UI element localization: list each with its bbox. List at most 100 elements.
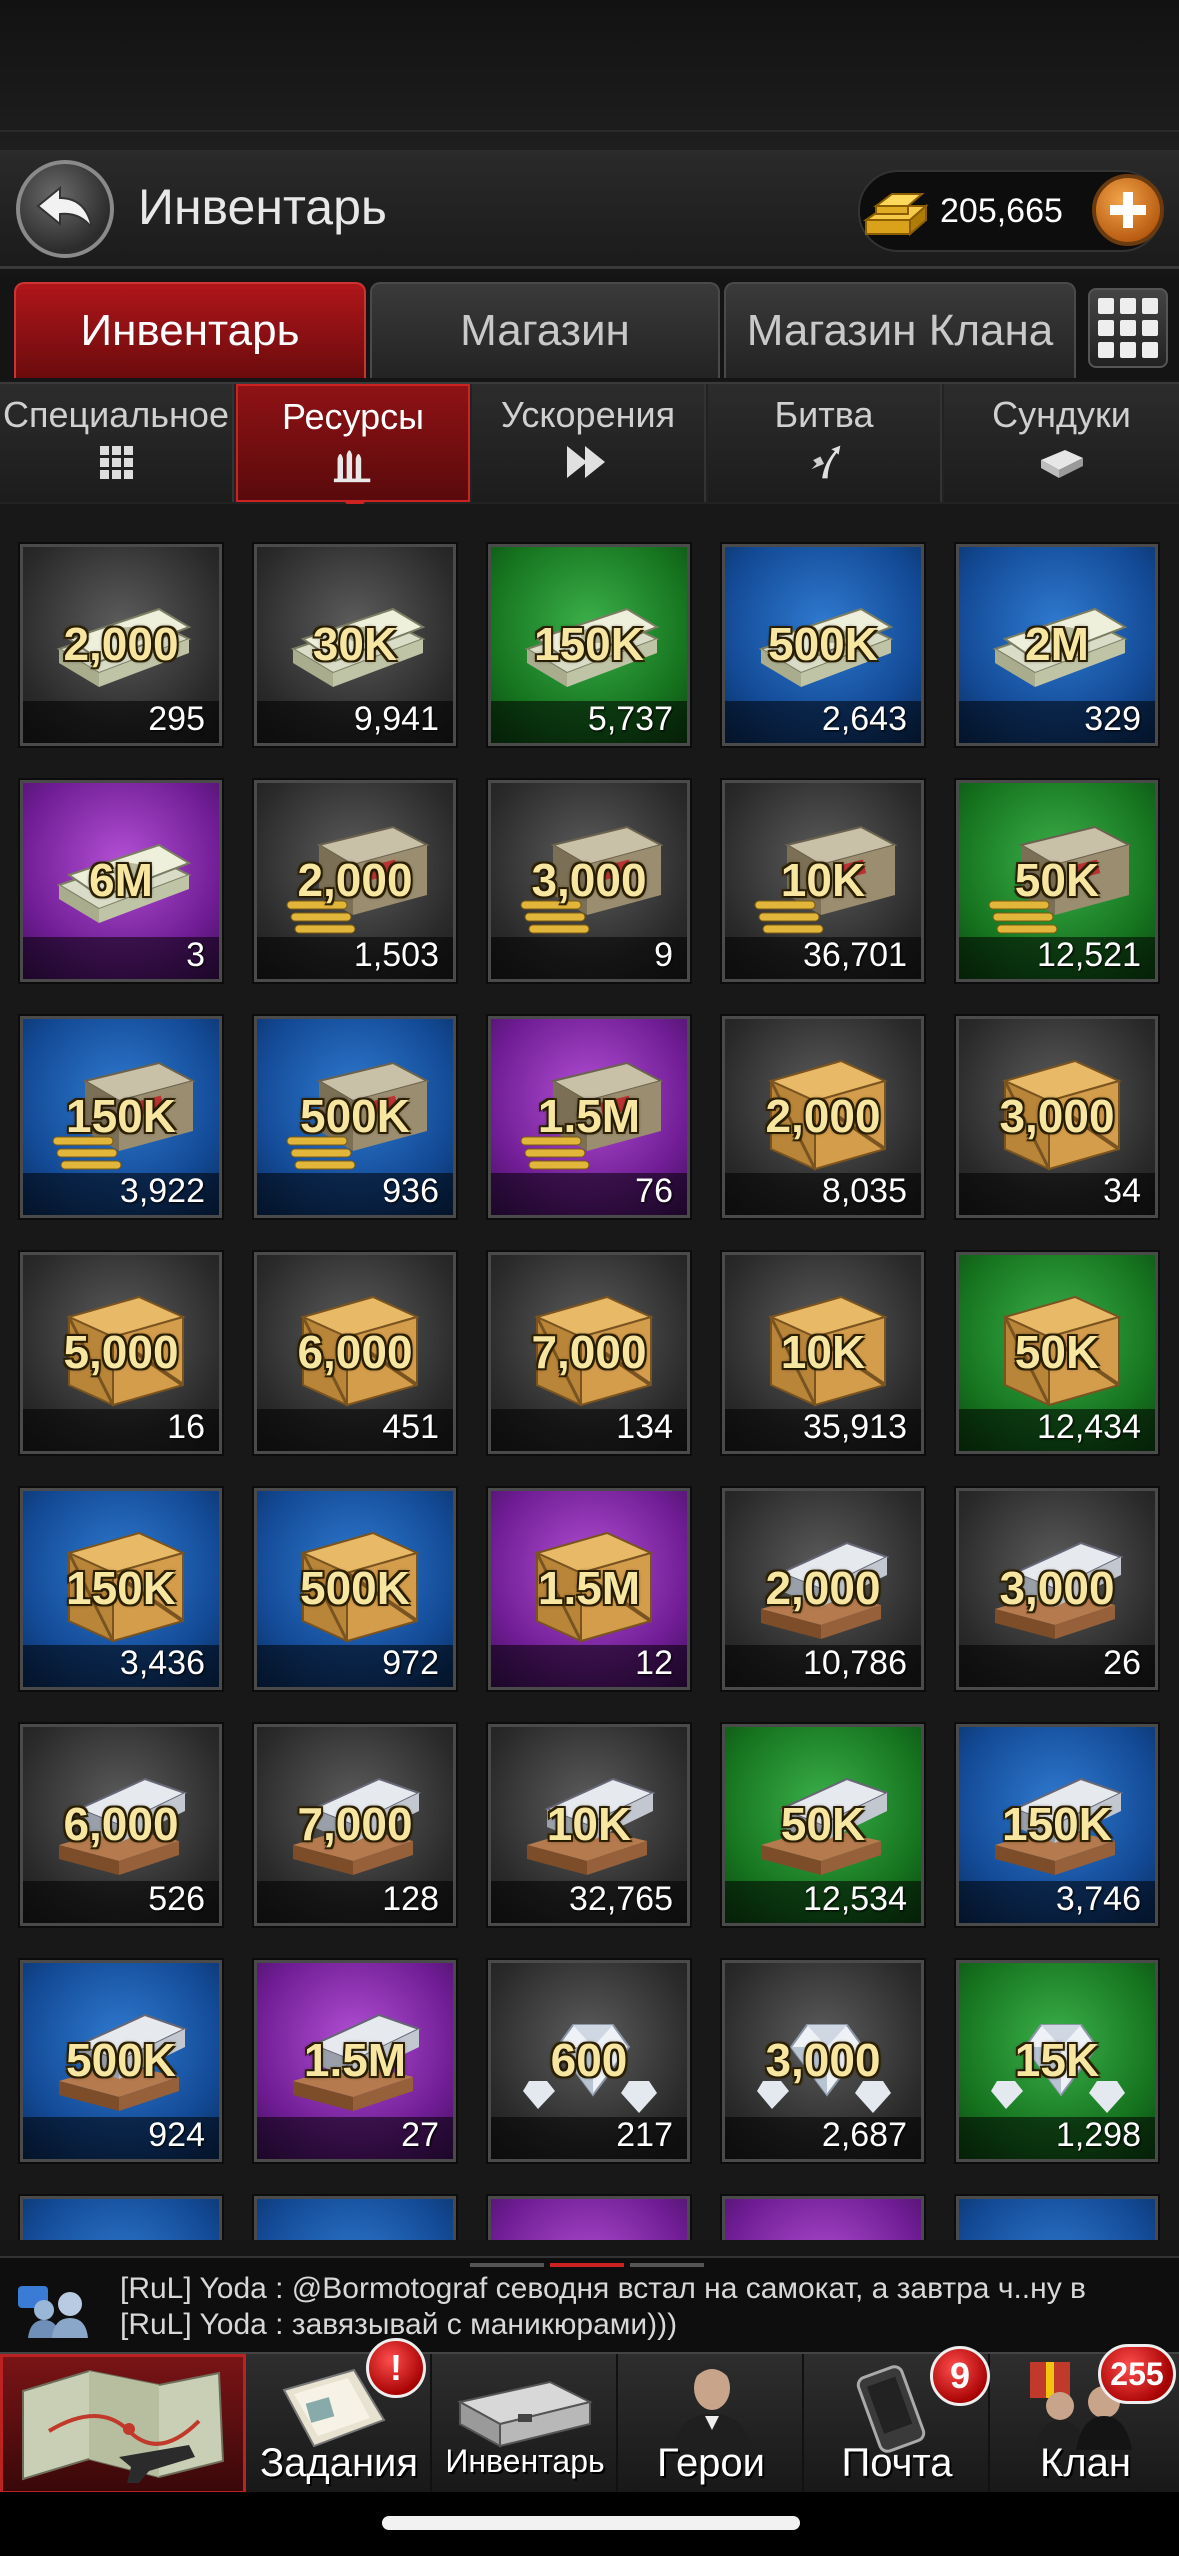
item-amount: 30K <box>312 618 398 670</box>
inventory-item[interactable]: 10K 32,765 <box>486 1722 692 1928</box>
inventory-item[interactable]: 3,000 26 <box>954 1486 1160 1692</box>
chat-bar[interactable]: [RuL] Yoda : @Bormotograf севодня встал … <box>0 2256 1179 2354</box>
page-title: Инвентарь <box>138 179 387 235</box>
gold-balance: 205,665 <box>858 170 1164 252</box>
tab-inventory[interactable]: Инвентарь <box>14 282 366 378</box>
inventory-item[interactable]: 10K 36,701 <box>720 778 926 984</box>
tab-clan-shop[interactable]: Магазин Клана <box>724 282 1076 378</box>
item-count: 1,503 <box>353 936 439 974</box>
nav-inventory[interactable]: Инвентарь <box>434 2354 618 2494</box>
inventory-item-partial[interactable] <box>954 2194 1160 2240</box>
inventory-item[interactable]: 50K 12,521 <box>954 778 1160 984</box>
inventory-item-partial[interactable] <box>720 2194 926 2240</box>
nav-clan[interactable]: 255 Клан <box>992 2344 1179 2494</box>
item-amount: 2,000 <box>63 618 179 670</box>
add-gold-button[interactable] <box>1092 174 1164 246</box>
item-count: 295 <box>148 700 205 738</box>
back-arrow-icon <box>36 185 93 229</box>
item-amount: 10K <box>546 1798 632 1850</box>
grid-menu-button[interactable] <box>1088 288 1168 368</box>
inventory-item-partial[interactable] <box>252 2194 458 2240</box>
inventory-item[interactable]: 1.5M 12 <box>486 1486 692 1692</box>
subtab-special[interactable]: Специальное <box>0 384 234 502</box>
grid-icon <box>100 446 133 479</box>
inventory-grid: 2,000 295 30K 9,941 150K 5,737 500K 2,643 2M 329 6… <box>0 504 1179 2240</box>
inventory-item[interactable]: 6,000 451 <box>252 1250 458 1456</box>
nav-map[interactable] <box>0 2354 246 2494</box>
nav-tasks[interactable]: ! Задания <box>248 2338 432 2494</box>
battle-icon <box>811 445 841 479</box>
inventory-item[interactable]: 3,000 2,687 <box>720 1958 926 2164</box>
inventory-item[interactable]: 150K 3,436 <box>18 1486 224 1692</box>
main-tabs: Инвентарь Магазин Магазин Клана <box>0 276 1179 380</box>
inventory-item[interactable]: 2,000 295 <box>18 542 224 748</box>
tab-label: Инвентарь <box>80 306 300 355</box>
home-indicator <box>382 2516 800 2530</box>
item-amount: 1.5M <box>537 1562 641 1614</box>
nav-label: Клан <box>1040 2441 1131 2485</box>
inventory-item[interactable]: 150K 5,737 <box>486 542 692 748</box>
item-count: 3,746 <box>1055 1880 1141 1918</box>
item-amount: 50K <box>1014 854 1100 906</box>
item-count: 134 <box>616 1408 673 1446</box>
inventory-item[interactable]: 1.5M 76 <box>486 1014 692 1220</box>
inventory-item[interactable]: 3,000 9 <box>486 778 692 984</box>
nav-label: Инвентарь <box>445 2443 605 2479</box>
item-count: 972 <box>382 1644 439 1682</box>
tab-shop[interactable]: Магазин <box>370 282 720 378</box>
item-count: 10,786 <box>803 1644 907 1682</box>
inventory-item[interactable]: 500K 924 <box>18 1958 224 2164</box>
subtab-boosts[interactable]: Ускорения <box>472 384 706 502</box>
clan-count-badge: 255 <box>1098 2344 1176 2404</box>
inventory-item[interactable]: 2M 329 <box>954 542 1160 748</box>
inventory-item[interactable]: 7,000 128 <box>252 1722 458 1928</box>
header: Инвентарь 205,665 <box>0 152 1179 269</box>
item-amount: 500K <box>768 618 878 670</box>
nav-heroes[interactable]: Герои <box>620 2354 804 2494</box>
inventory-item[interactable]: 2,000 10,786 <box>720 1486 926 1692</box>
inventory-item-partial[interactable] <box>18 2194 224 2240</box>
subtab-battle[interactable]: Битва <box>708 384 942 502</box>
inventory-item[interactable]: 3,000 34 <box>954 1014 1160 1220</box>
inventory-item-partial[interactable] <box>486 2194 692 2240</box>
inventory-item[interactable]: 7,000 134 <box>486 1250 692 1456</box>
item-amount: 2,000 <box>765 1562 881 1614</box>
inventory-item[interactable]: 150K 3,922 <box>18 1014 224 1220</box>
item-amount: 3,000 <box>765 2034 881 2086</box>
inventory-item[interactable]: 50K 12,434 <box>954 1250 1160 1456</box>
inventory-item[interactable]: 500K 936 <box>252 1014 458 1220</box>
inventory-item[interactable]: 2,000 1,503 <box>252 778 458 984</box>
nav-mail[interactable]: 9 Почта <box>806 2346 990 2494</box>
inventory-item[interactable]: 500K 972 <box>252 1486 458 1692</box>
item-count: 16 <box>167 1408 205 1446</box>
inventory-item[interactable]: 150K 3,746 <box>954 1722 1160 1928</box>
item-amount: 6,000 <box>297 1326 413 1378</box>
inventory-item[interactable]: 30K 9,941 <box>252 542 458 748</box>
item-count: 2,687 <box>821 2116 907 2154</box>
inventory-item[interactable]: 2,000 8,035 <box>720 1014 926 1220</box>
chat-message: [RuL] Yoda : завязывай с маникюрами))) <box>120 2308 678 2341</box>
item-count: 451 <box>382 1408 439 1446</box>
item-count: 936 <box>382 1172 439 1210</box>
inventory-item[interactable]: 50K 12,534 <box>720 1722 926 1928</box>
gold-value: 205,665 <box>940 192 1063 230</box>
inventory-item[interactable]: 10K 35,913 <box>720 1250 926 1456</box>
inventory-item[interactable]: 15K 1,298 <box>954 1958 1160 2164</box>
item-count: 26 <box>1103 1644 1141 1682</box>
item-count: 12,534 <box>803 1880 907 1918</box>
item-count: 12,434 <box>1037 1408 1141 1446</box>
item-count: 3,922 <box>119 1172 205 1210</box>
item-amount: 500K <box>66 2034 176 2086</box>
nav-label: Почта <box>841 2441 953 2485</box>
item-amount: 10K <box>780 854 866 906</box>
inventory-item[interactable]: 6M 3 <box>18 778 224 984</box>
inventory-item[interactable]: 5,000 16 <box>18 1250 224 1456</box>
inventory-item[interactable]: 600 217 <box>486 1958 692 2164</box>
back-button[interactable] <box>16 160 114 258</box>
inventory-item[interactable]: 1.5M 27 <box>252 1958 458 2164</box>
inventory-item[interactable]: 6,000 526 <box>18 1722 224 1928</box>
inventory-item[interactable]: 500K 2,643 <box>720 542 926 748</box>
item-count: 35,913 <box>803 1408 907 1446</box>
subtab-chests[interactable]: Сундуки <box>944 384 1179 502</box>
subtab-resources[interactable]: Ресурсы <box>236 384 470 514</box>
